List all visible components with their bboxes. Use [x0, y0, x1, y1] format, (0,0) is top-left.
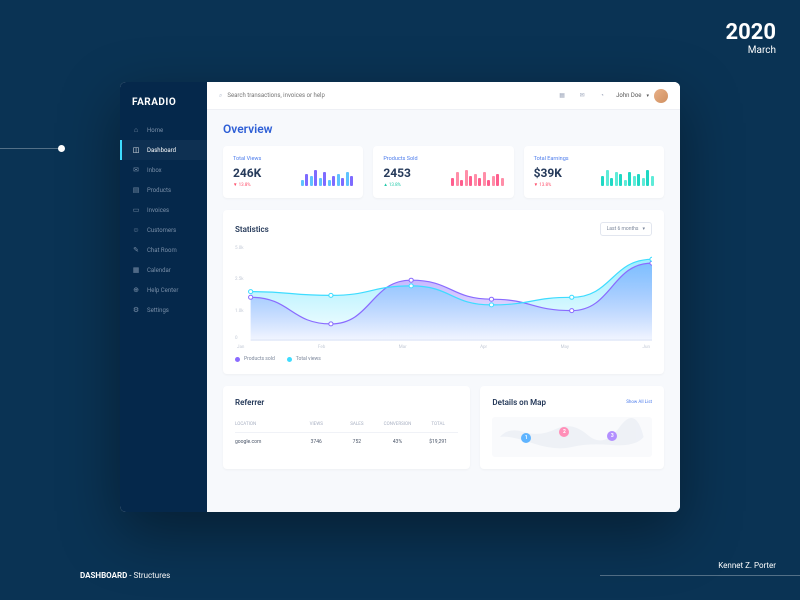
help-icon: ⊕: [132, 286, 140, 294]
statistics-title: Statistics: [235, 225, 269, 234]
statistics-chart: 5.0k 2.5k 1.0k 0: [235, 246, 652, 341]
home-icon: ⌂: [132, 126, 140, 134]
map-body: 123: [492, 417, 652, 457]
bell-icon[interactable]: ◔: [596, 90, 608, 102]
sidebar-item-customers[interactable]: ☺ Customers: [120, 220, 207, 240]
sidebar-item-label: Home: [147, 127, 163, 134]
overview-card[interactable]: Total Views 246K ▼ 13.8%: [223, 146, 363, 198]
table-header: LOCATION VIEWS SALES CONVERSION TOTAL: [235, 417, 458, 433]
sparkline: [601, 168, 654, 186]
invoices-icon: ▭: [132, 206, 140, 214]
legend-item: Total views: [287, 356, 321, 362]
sidebar-item-inbox[interactable]: ✉ Inbox: [120, 160, 207, 180]
card-value: 246K: [233, 166, 261, 180]
sidebar-item-home[interactable]: ⌂ Home: [120, 120, 207, 140]
card-label: Total Views: [233, 156, 353, 162]
footer-title: DASHBOARD - Structures: [80, 571, 170, 580]
header: ⌕ ▦ ✉ ◔ John Doe ▾: [207, 82, 680, 110]
year: 2020: [726, 20, 777, 45]
map-title: Details on Map: [492, 398, 546, 407]
search[interactable]: ⌕: [219, 92, 548, 100]
card-label: Total Earnings: [534, 156, 654, 162]
sidebar-item-settings[interactable]: ⚙ Settings: [120, 300, 207, 320]
sidebar-item-invoices[interactable]: ▭ Invoices: [120, 200, 207, 220]
avatar: [654, 89, 668, 103]
overview-cards: Total Views 246K ▼ 13.8% Products Sold 2453 ▲…: [223, 146, 664, 198]
date-label: 2020 March: [726, 20, 777, 56]
user-menu[interactable]: John Doe ▾: [616, 89, 668, 103]
dashboard-icon: ◫: [132, 146, 140, 154]
products-icon: ▤: [132, 186, 140, 194]
table-row[interactable]: google.com374675243%$19,291: [235, 433, 458, 451]
brand-logo: FARADIO: [120, 92, 207, 120]
card-value: $39K: [534, 166, 562, 180]
sidebar-item-products[interactable]: ▤ Products: [120, 180, 207, 200]
sidebar-item-label: Customers: [147, 227, 176, 234]
calendar-icon: ▦: [132, 266, 140, 274]
footer-author: Kennet Z. Porter: [718, 561, 776, 570]
statistics-panel: Statistics Last 6 months ▾ 5.0k 2.5k 1.0…: [223, 210, 664, 374]
range-dropdown[interactable]: Last 6 months ▾: [600, 222, 652, 236]
main: ⌕ ▦ ✉ ◔ John Doe ▾ Overview Total Views 2…: [207, 82, 680, 512]
referrer-title: Referrer: [235, 398, 264, 407]
card-delta: ▲ 13.8%: [383, 182, 411, 188]
sidebar-item-label: Settings: [147, 307, 169, 314]
sidebar-item-label: Products: [147, 187, 171, 194]
chevron-down-icon: ▾: [646, 93, 649, 99]
card-value: 2453: [383, 166, 411, 180]
sidebar-item-label: Inbox: [147, 167, 162, 174]
month: March: [726, 45, 777, 56]
sidebar-item-label: Invoices: [147, 207, 169, 214]
page-title: Overview: [223, 122, 664, 136]
sparkline: [301, 168, 354, 186]
sidebar-item-chat[interactable]: ✎ Chat Room: [120, 240, 207, 260]
sparkline: [451, 168, 504, 186]
sidebar-item-calendar[interactable]: ▦ Calendar: [120, 260, 207, 280]
referrer-panel: Referrer LOCATION VIEWS SALES CONVERSION…: [223, 386, 470, 469]
customers-icon: ☺: [132, 226, 140, 234]
inbox-icon: ✉: [132, 166, 140, 174]
overview-card[interactable]: Products Sold 2453 ▲ 13.8%: [373, 146, 513, 198]
card-delta: ▼ 13.8%: [534, 182, 562, 188]
user-name: John Doe: [616, 92, 641, 99]
content: Overview Total Views 246K ▼ 13.8% Products …: [207, 110, 680, 512]
sidebar-item-label: Dashboard: [147, 147, 176, 154]
overview-card[interactable]: Total Earnings $39K ▼ 13.8%: [524, 146, 664, 198]
sidebar-item-dashboard[interactable]: ◫ Dashboard: [120, 140, 207, 160]
search-icon: ⌕: [219, 92, 222, 100]
sidebar-item-help[interactable]: ⊕ Help Center: [120, 280, 207, 300]
search-input[interactable]: [227, 92, 548, 99]
card-delta: ▼ 13.8%: [233, 182, 261, 188]
x-axis: JanFebMarAprMayJun: [235, 345, 652, 350]
sidebar-item-label: Chat Room: [147, 247, 177, 254]
chat-icon: ✎: [132, 246, 140, 254]
chart-legend: Products sold Total views: [235, 356, 652, 362]
settings-icon: ⚙: [132, 306, 140, 314]
message-icon[interactable]: ✉: [576, 90, 588, 102]
sidebar-item-label: Calendar: [147, 267, 171, 274]
app-window: FARADIO ⌂ Home ◫ Dashboard ✉ Inbox ▤ Products ▭ I…: [120, 82, 680, 512]
chevron-down-icon: ▾: [642, 226, 645, 232]
show-all-link[interactable]: Show All List: [626, 400, 652, 405]
grid-icon[interactable]: ▦: [556, 90, 568, 102]
legend-item: Products sold: [235, 356, 275, 362]
card-label: Products Sold: [383, 156, 503, 162]
sidebar: FARADIO ⌂ Home ◫ Dashboard ✉ Inbox ▤ Products ▭ I…: [120, 82, 207, 512]
map-panel: Details on Map Show All List 123: [480, 386, 664, 469]
sidebar-item-label: Help Center: [147, 287, 178, 294]
